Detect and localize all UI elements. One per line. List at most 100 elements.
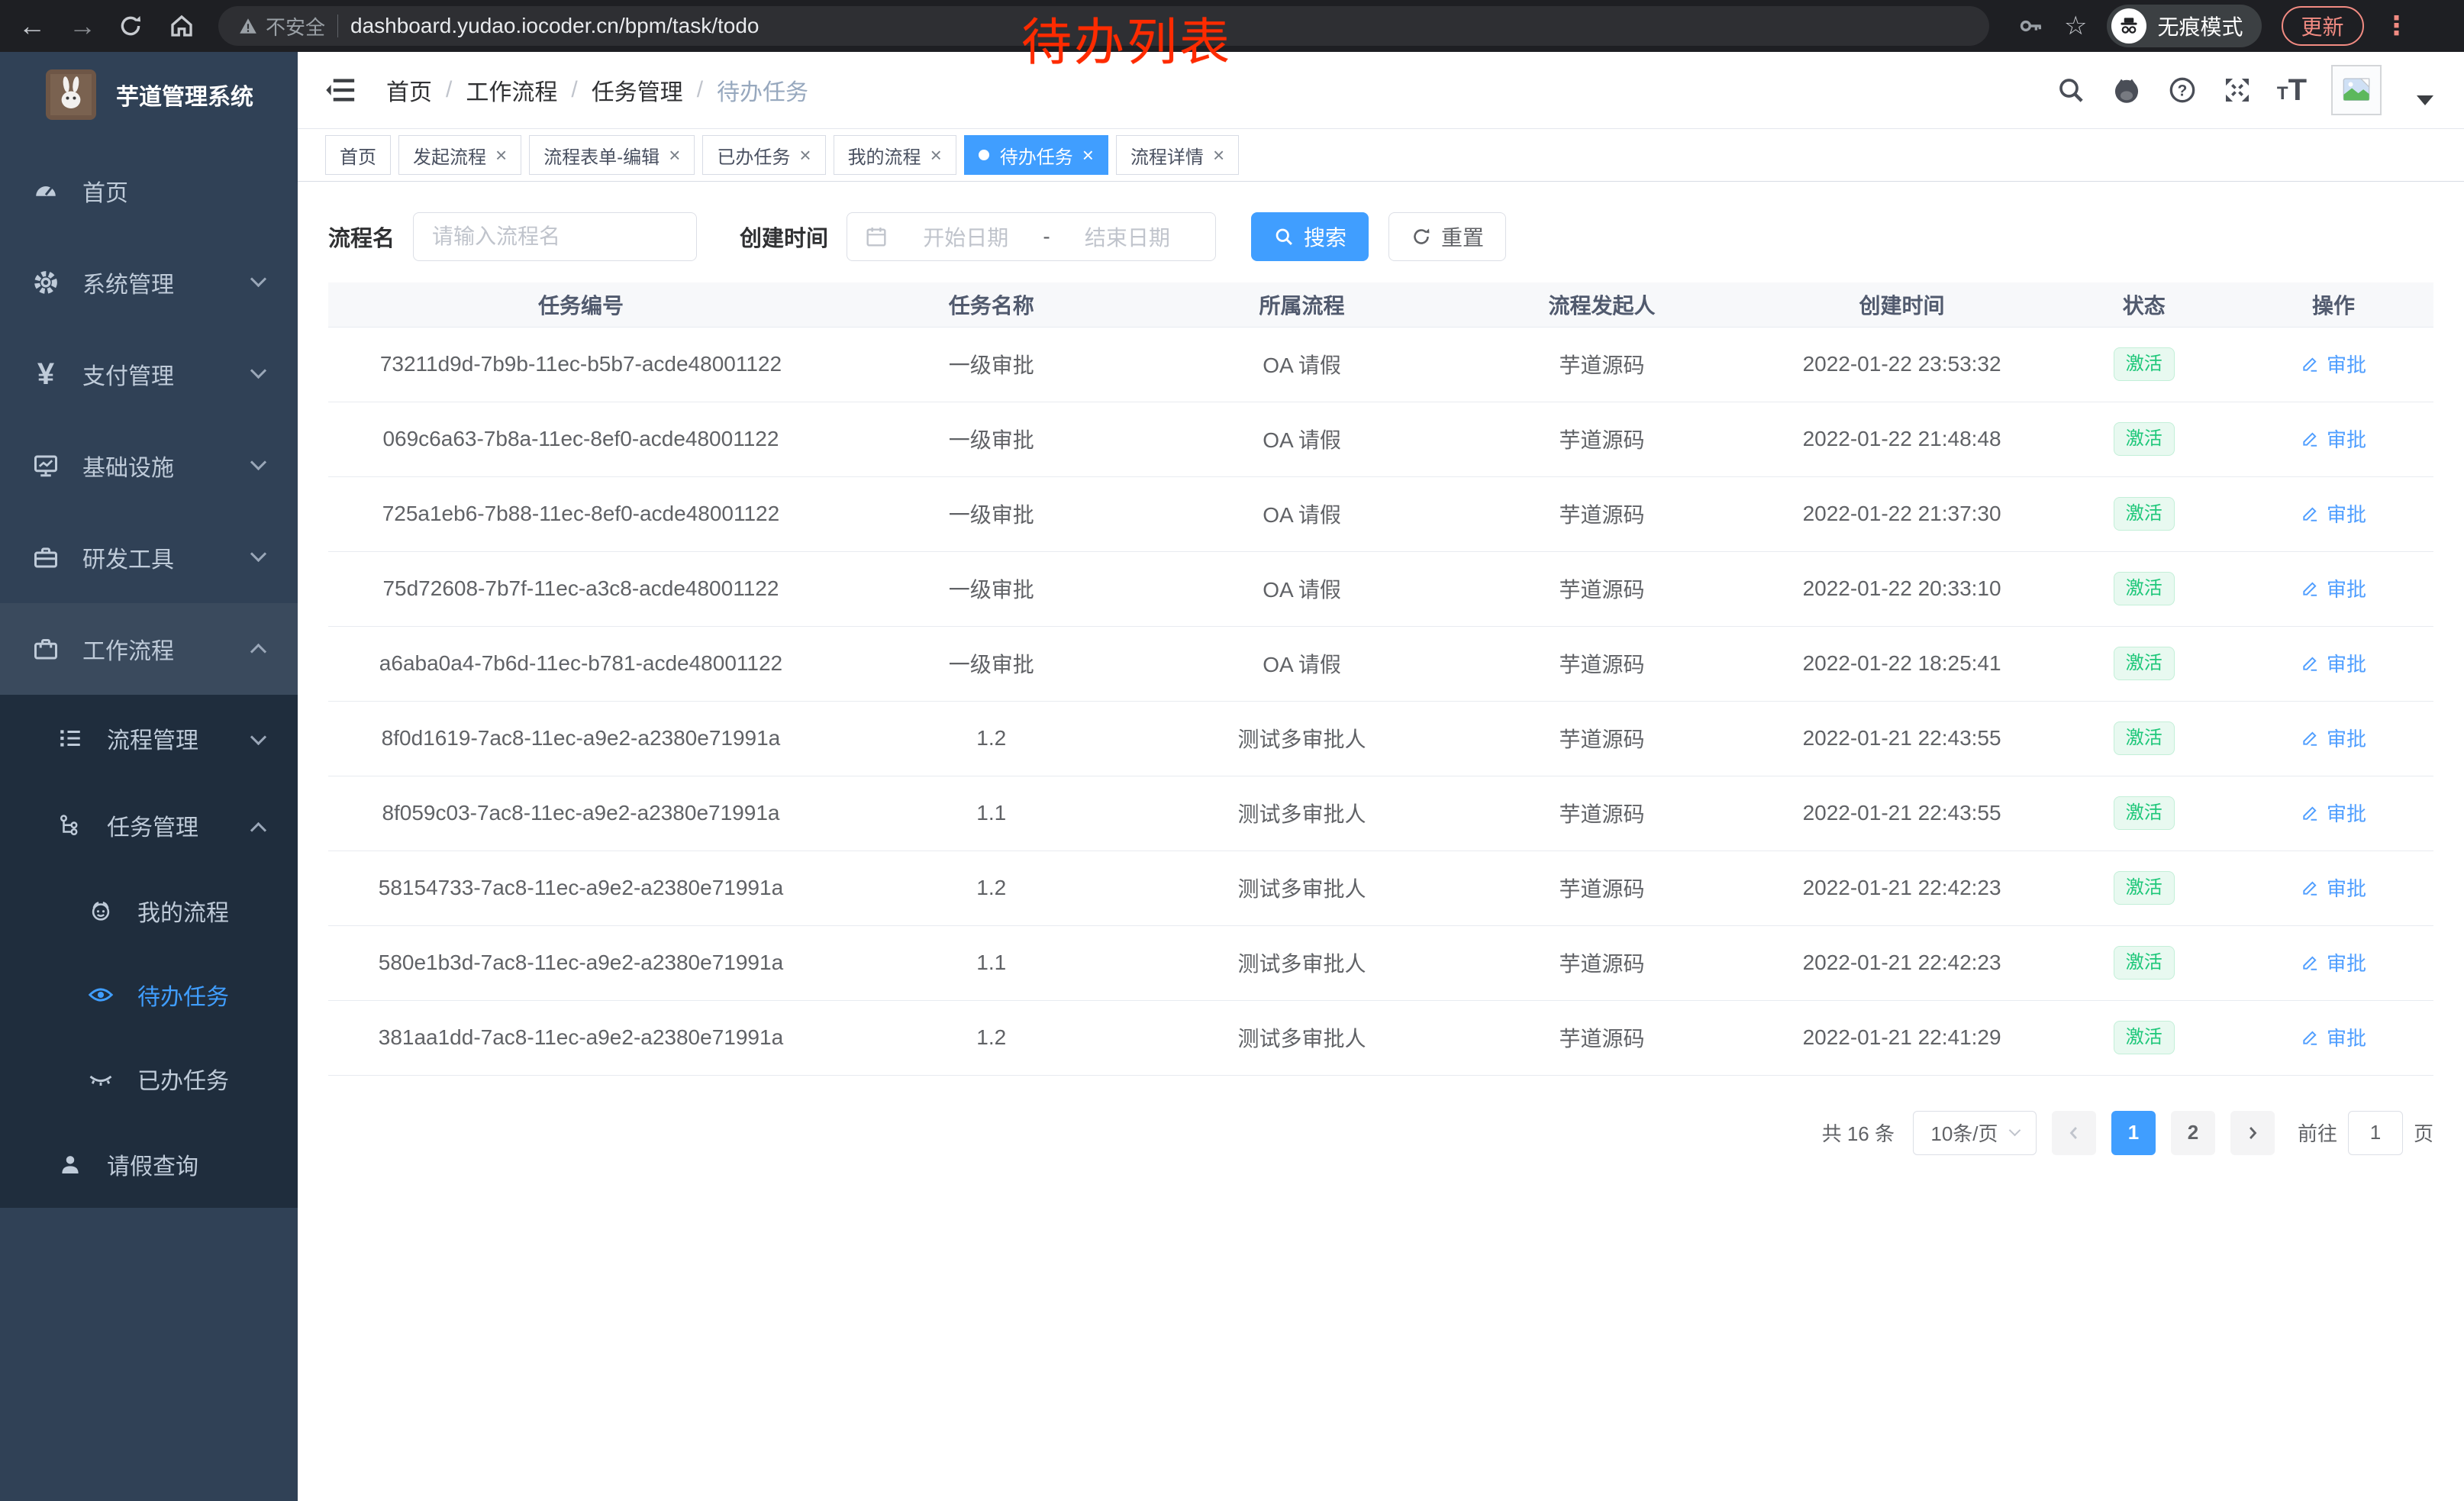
home-icon[interactable] (168, 12, 198, 40)
status-badge: 激活 (2114, 647, 2175, 680)
chevron-up-icon (250, 644, 266, 660)
initiator-cell: 芋道源码 (1455, 1000, 1750, 1075)
approve-link[interactable]: 审批 (2301, 499, 2366, 528)
sidebar-item-system[interactable]: 系统管理 (0, 237, 298, 328)
edit-pencil-icon (2301, 653, 2320, 673)
help-icon[interactable]: ? (2167, 75, 2198, 105)
process-cell: 测试多审批人 (1150, 1000, 1455, 1075)
reset-button[interactable]: 重置 (1388, 212, 1506, 261)
toolbox-icon (31, 544, 61, 571)
sidebar-item-done-tasks[interactable]: 已办任务 (0, 1037, 298, 1121)
sidebar-item-devtools[interactable]: 研发工具 (0, 512, 298, 603)
col-status: 状态 (2055, 282, 2233, 327)
tab-my-process[interactable]: 我的流程× (834, 135, 956, 175)
tab-todo-tasks[interactable]: 待办任务× (964, 135, 1108, 175)
font-size-icon[interactable]: TT (2277, 77, 2307, 103)
pagination: 共 16 条 10条/页 1 2 前往 (328, 1111, 2433, 1186)
sidebar-item-process-mgmt[interactable]: 流程管理 (0, 695, 298, 782)
url-text: dashboard.yudao.iocoder.cn/bpm/task/todo (350, 14, 759, 38)
sidebar-item-infra[interactable]: 基础设施 (0, 420, 298, 512)
close-icon[interactable]: × (495, 145, 507, 165)
page-size-select[interactable]: 10条/页 (1913, 1111, 2037, 1155)
browser-menu-icon[interactable]: ⋮ (2384, 11, 2410, 41)
face-icon (85, 898, 116, 924)
process-cell: OA 请假 (1150, 626, 1455, 701)
action-cell: 审批 (2233, 327, 2433, 402)
breadcrumb-home[interactable]: 首页 (386, 73, 432, 107)
initiator-cell: 芋道源码 (1455, 327, 1750, 402)
initiator-cell: 芋道源码 (1455, 626, 1750, 701)
sidebar-item-task-mgmt[interactable]: 任务管理 (0, 782, 298, 869)
created-cell: 2022-01-22 20:33:10 (1750, 551, 2055, 626)
dashboard-icon (31, 177, 61, 205)
approve-link[interactable]: 审批 (2301, 574, 2366, 602)
tab-home[interactable]: 首页 (325, 135, 391, 175)
table-header-row: 任务编号 任务名称 所属流程 流程发起人 创建时间 状态 操作 (328, 282, 2433, 327)
sidebar-item-todo-tasks[interactable]: 待办任务 (0, 953, 298, 1037)
next-page-button[interactable] (2230, 1111, 2275, 1155)
close-icon[interactable]: × (930, 145, 942, 165)
process-name-input[interactable] (413, 212, 697, 261)
process-cell: 测试多审批人 (1150, 851, 1455, 925)
date-range-picker[interactable]: 开始日期 - 结束日期 (847, 212, 1216, 261)
approve-link[interactable]: 审批 (2301, 350, 2366, 378)
sidebar-item-my-process[interactable]: 我的流程 (0, 869, 298, 953)
process-cell: OA 请假 (1150, 551, 1455, 626)
task-name-cell: 1.1 (834, 925, 1150, 1000)
app-logo[interactable]: 芋道管理系统 (0, 52, 298, 137)
edit-pencil-icon (2301, 877, 2320, 897)
sidebar-item-leave-query[interactable]: 请假查询 (0, 1121, 298, 1208)
approve-link[interactable]: 审批 (2301, 873, 2366, 902)
close-icon[interactable]: × (799, 145, 811, 165)
tab-process-detail[interactable]: 流程详情× (1116, 135, 1239, 175)
tabs-bar: 首页 发起流程× 流程表单-编辑× 已办任务× 我的流程× 待办任务× 流程详情… (298, 128, 2464, 182)
breadcrumb-workflow[interactable]: 工作流程 (466, 73, 557, 107)
tab-form-edit[interactable]: 流程表单-编辑× (529, 135, 695, 175)
forward-icon[interactable]: → (67, 12, 98, 40)
back-icon[interactable]: ← (17, 12, 47, 40)
breadcrumb-task-mgmt[interactable]: 任务管理 (592, 73, 683, 107)
tab-start-process[interactable]: 发起流程× (398, 135, 521, 175)
task-id-cell: 73211d9d-7b9b-11ec-b5b7-acde48001122 (328, 327, 834, 402)
prev-page-button[interactable] (2052, 1111, 2096, 1155)
task-id-cell: 069c6a63-7b8a-11ec-8ef0-acde48001122 (328, 402, 834, 476)
start-date-placeholder: 开始日期 (895, 221, 1037, 252)
approve-link[interactable]: 审批 (2301, 799, 2366, 827)
search-button[interactable]: 搜索 (1251, 212, 1369, 261)
sidebar-collapse-icon[interactable] (325, 75, 359, 105)
approve-link[interactable]: 审批 (2301, 1023, 2366, 1051)
avatar[interactable] (2331, 65, 2382, 115)
approve-link[interactable]: 审批 (2301, 724, 2366, 752)
page-button-1[interactable]: 1 (2111, 1111, 2156, 1155)
avatar-dropdown-caret[interactable] (2417, 95, 2433, 105)
approve-link[interactable]: 审批 (2301, 424, 2366, 453)
close-icon[interactable]: × (1213, 145, 1224, 165)
col-initiator: 流程发起人 (1455, 282, 1750, 327)
page-button-2[interactable]: 2 (2171, 1111, 2215, 1155)
process-cell: OA 请假 (1150, 327, 1455, 402)
sidebar-item-home[interactable]: 首页 (0, 145, 298, 237)
goto-page-input[interactable] (2348, 1111, 2403, 1155)
search-icon[interactable] (2056, 75, 2086, 105)
approve-link[interactable]: 审批 (2301, 948, 2366, 976)
fullscreen-icon[interactable] (2222, 75, 2253, 105)
action-cell: 审批 (2233, 551, 2433, 626)
status-cell: 激活 (2055, 551, 2233, 626)
github-icon[interactable] (2111, 74, 2143, 106)
status-badge: 激活 (2114, 871, 2175, 905)
close-icon[interactable]: × (1082, 145, 1094, 165)
sidebar-item-payment[interactable]: ¥ 支付管理 (0, 328, 298, 420)
incognito-label: 无痕模式 (2157, 11, 2243, 41)
status-cell: 激活 (2055, 851, 2233, 925)
sidebar-item-workflow[interactable]: 工作流程 (0, 603, 298, 695)
status-cell: 激活 (2055, 626, 2233, 701)
update-button[interactable]: 更新 (2282, 6, 2364, 46)
action-cell: 审批 (2233, 402, 2433, 476)
edit-pencil-icon (2301, 353, 2320, 373)
eye-open-icon (85, 981, 116, 1009)
close-icon[interactable]: × (669, 145, 680, 165)
approve-link[interactable]: 审批 (2301, 649, 2366, 677)
tab-done-tasks[interactable]: 已办任务× (702, 135, 825, 175)
bookmark-star-icon[interactable]: ☆ (2064, 11, 2087, 41)
reload-icon[interactable] (118, 13, 148, 39)
